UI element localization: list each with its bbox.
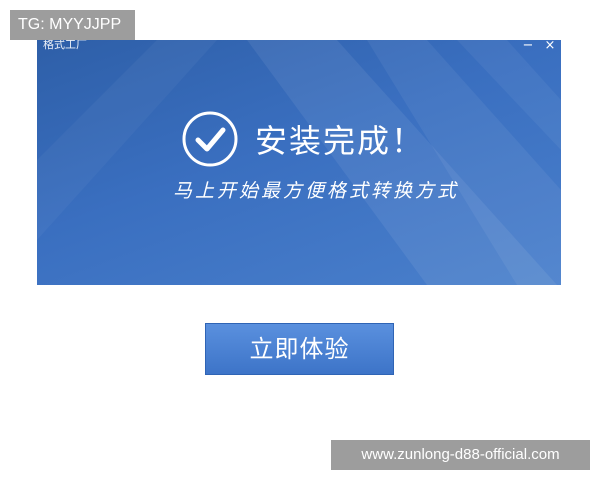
url-watermark: www.zunlong-d88-official.com bbox=[331, 440, 590, 470]
window-controls: − × bbox=[521, 40, 557, 53]
tg-watermark: TG: MYYJJPP bbox=[10, 10, 135, 40]
try-now-button[interactable]: 立即体验 bbox=[205, 323, 394, 375]
installer-window: 格式工厂 − × 安装完成！ 马上开始最方便格式转换方式 bbox=[37, 40, 561, 285]
minimize-icon[interactable]: − bbox=[521, 40, 535, 53]
subtitle: 马上开始最方便格式转换方式 bbox=[173, 180, 460, 202]
window-title: 格式工厂 bbox=[43, 40, 87, 51]
check-circle-icon bbox=[182, 111, 238, 167]
page: TG: MYYJJPP 格式工厂 − × 安装完成！ 马上开始最方便格式转换方式… bbox=[0, 0, 600, 480]
close-icon[interactable]: × bbox=[543, 40, 557, 53]
success-row: 安装完成！ bbox=[181, 110, 425, 168]
success-title: 安装完成！ bbox=[255, 122, 426, 160]
